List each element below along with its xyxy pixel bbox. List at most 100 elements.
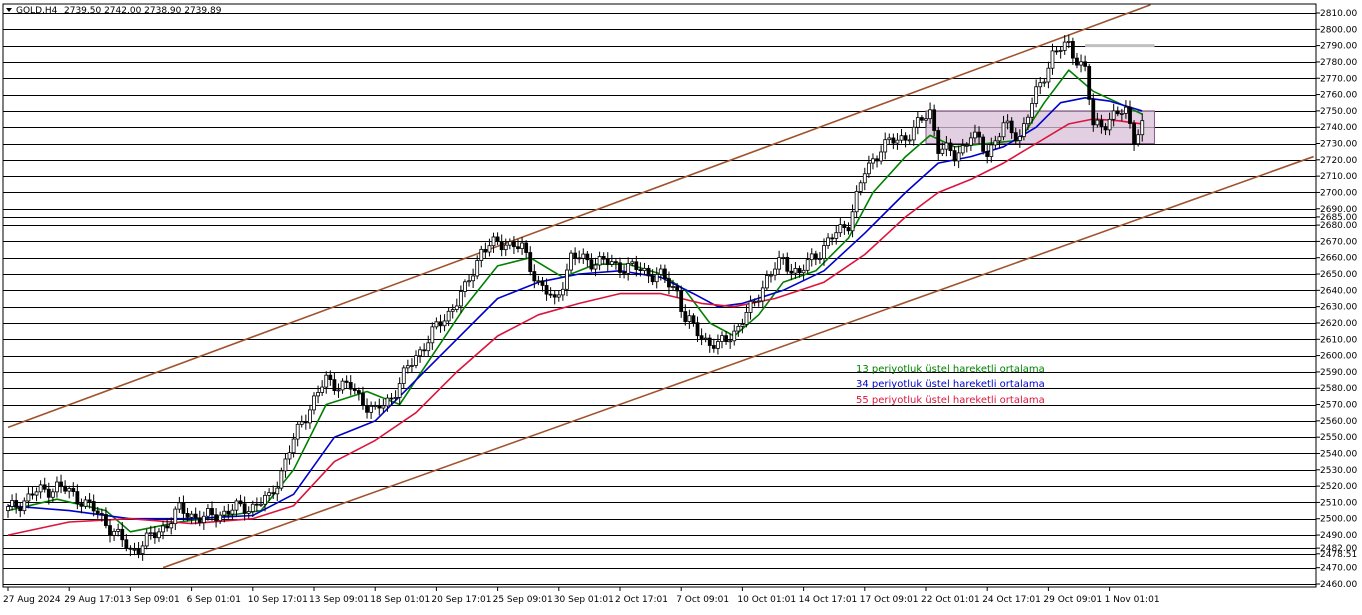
legend-ema34: 34 periyotluk üstel hareketli ortalama bbox=[856, 379, 1045, 390]
candle-body-63 bbox=[263, 494, 267, 505]
candle-body-177 bbox=[728, 340, 733, 343]
candle-body-234 bbox=[960, 145, 965, 154]
candle-body-269 bbox=[1103, 126, 1108, 131]
candle-body-38 bbox=[161, 525, 165, 533]
candle-body-198 bbox=[813, 253, 818, 260]
candle-body-11 bbox=[50, 491, 55, 498]
candle-body-163 bbox=[671, 286, 675, 288]
candle-body-60 bbox=[250, 503, 255, 512]
y-tick-label-29: 2530.00 bbox=[1320, 466, 1357, 476]
candle-body-162 bbox=[667, 278, 671, 288]
candle-body-206 bbox=[846, 227, 851, 232]
candle-body-254 bbox=[1042, 81, 1047, 84]
candle-body-77 bbox=[320, 386, 325, 393]
y-tick-label-6: 2750.00 bbox=[1320, 107, 1357, 117]
candle-body-51 bbox=[214, 514, 218, 522]
candle-body-16 bbox=[71, 488, 76, 492]
candle-body-24 bbox=[104, 514, 108, 526]
candle-body-30 bbox=[128, 547, 133, 550]
x-tick-label-1: 29 Aug 17:01 bbox=[64, 595, 125, 605]
candle-body-217 bbox=[891, 137, 896, 144]
candle-body-183 bbox=[752, 300, 757, 303]
candle-body-247 bbox=[1013, 132, 1018, 141]
chart-svg: 2810.00 2800.00 2790.00 2780.00 2770.00 2760.… bbox=[0, 0, 1362, 611]
candle-body-7 bbox=[34, 491, 39, 496]
candle-body-146 bbox=[601, 256, 606, 260]
candle-body-213 bbox=[875, 158, 879, 162]
chart: 2810.00 2800.00 2790.00 2780.00 2770.00 2760.… bbox=[0, 0, 1362, 611]
candle-body-216 bbox=[887, 137, 892, 141]
header-symbol: GOLD,H4 bbox=[16, 6, 58, 16]
candle-body-214 bbox=[879, 151, 884, 162]
x-tick-label-17: 29 Oct 09:01 bbox=[1043, 595, 1102, 605]
candle-body-165 bbox=[679, 290, 684, 312]
candle-body-0 bbox=[6, 506, 10, 511]
candle-body-12 bbox=[55, 481, 59, 493]
candle-body-2 bbox=[14, 500, 19, 508]
candle-body-73 bbox=[303, 421, 308, 424]
candle-body-202 bbox=[830, 237, 835, 240]
y-tick-label-35: 2478.51 bbox=[1320, 550, 1357, 560]
candle-body-74 bbox=[308, 409, 312, 424]
candle-body-61 bbox=[254, 503, 259, 506]
candle-body-18 bbox=[79, 503, 84, 507]
x-tick-label-9: 30 Sep 01:01 bbox=[554, 595, 614, 605]
candle-body-124 bbox=[512, 241, 516, 248]
candle-body-176 bbox=[724, 335, 728, 343]
candle-body-260 bbox=[1066, 41, 1071, 43]
candle-body-200 bbox=[822, 245, 826, 259]
candle-body-253 bbox=[1038, 82, 1043, 88]
candle-body-267 bbox=[1095, 119, 1100, 126]
candle-body-149 bbox=[614, 261, 618, 264]
x-tick-label-16: 24 Oct 17:01 bbox=[982, 595, 1041, 605]
candle-body-268 bbox=[1099, 119, 1104, 127]
candle-body-135 bbox=[556, 294, 561, 298]
candle-body-8 bbox=[38, 484, 43, 493]
candle-body-142 bbox=[585, 253, 590, 261]
candle-body-259 bbox=[1062, 41, 1067, 51]
candle-body-204 bbox=[838, 224, 843, 234]
candle-body-50 bbox=[210, 508, 214, 516]
y-tick-label-18: 2640.00 bbox=[1320, 286, 1357, 296]
candle-body-80 bbox=[332, 379, 337, 392]
candle-body-58 bbox=[242, 503, 247, 514]
candle-body-221 bbox=[907, 139, 912, 142]
x-tick-label-18: 1 Nov 01:01 bbox=[1105, 595, 1160, 605]
legend: 13 periyotluk üstel hareketli ortalama 3… bbox=[856, 364, 1045, 406]
candle-body-101 bbox=[418, 349, 422, 357]
candle-body-188 bbox=[773, 268, 777, 276]
x-tick-label-10: 2 Oct 17:01 bbox=[615, 595, 668, 605]
candle-body-199 bbox=[818, 258, 822, 260]
candle-body-256 bbox=[1050, 50, 1055, 69]
x-tick-label-15: 22 Oct 01:01 bbox=[921, 595, 980, 605]
candle-body-276 bbox=[1132, 123, 1136, 145]
candle-body-128 bbox=[528, 252, 533, 272]
candle-body-139 bbox=[573, 252, 578, 259]
candle-body-84 bbox=[348, 382, 353, 390]
candle-body-41 bbox=[173, 508, 178, 525]
candle-body-190 bbox=[781, 257, 786, 259]
candle-body-4 bbox=[22, 500, 27, 512]
y-tick-label-33: 2490.00 bbox=[1320, 531, 1357, 541]
x-tick-label-3: 6 Sep 01:01 bbox=[187, 595, 241, 605]
candle-body-49 bbox=[206, 508, 210, 517]
candle-body-210 bbox=[862, 173, 867, 184]
candle-body-76 bbox=[316, 392, 320, 397]
candle-body-195 bbox=[801, 269, 806, 274]
candle-body-240 bbox=[985, 150, 990, 157]
candle-body-70 bbox=[291, 438, 296, 454]
candle-body-32 bbox=[136, 548, 141, 554]
candle-body-277 bbox=[1136, 134, 1141, 145]
candle-body-108 bbox=[446, 310, 451, 322]
candle-body-23 bbox=[99, 513, 104, 515]
candle-body-161 bbox=[662, 268, 667, 279]
candle-body-232 bbox=[952, 150, 957, 162]
legend-ema55: 55 periyotluk üstel hareketli ortalama bbox=[856, 395, 1045, 406]
candle-body-103 bbox=[426, 342, 431, 352]
candle-body-97 bbox=[401, 367, 406, 384]
candle-body-98 bbox=[405, 365, 410, 369]
candle-body-220 bbox=[903, 135, 908, 141]
range-box-rect bbox=[925, 110, 1155, 145]
candle-body-119 bbox=[491, 236, 496, 247]
legend-ema13: 13 periyotluk üstel hareketli ortalama bbox=[856, 364, 1045, 375]
